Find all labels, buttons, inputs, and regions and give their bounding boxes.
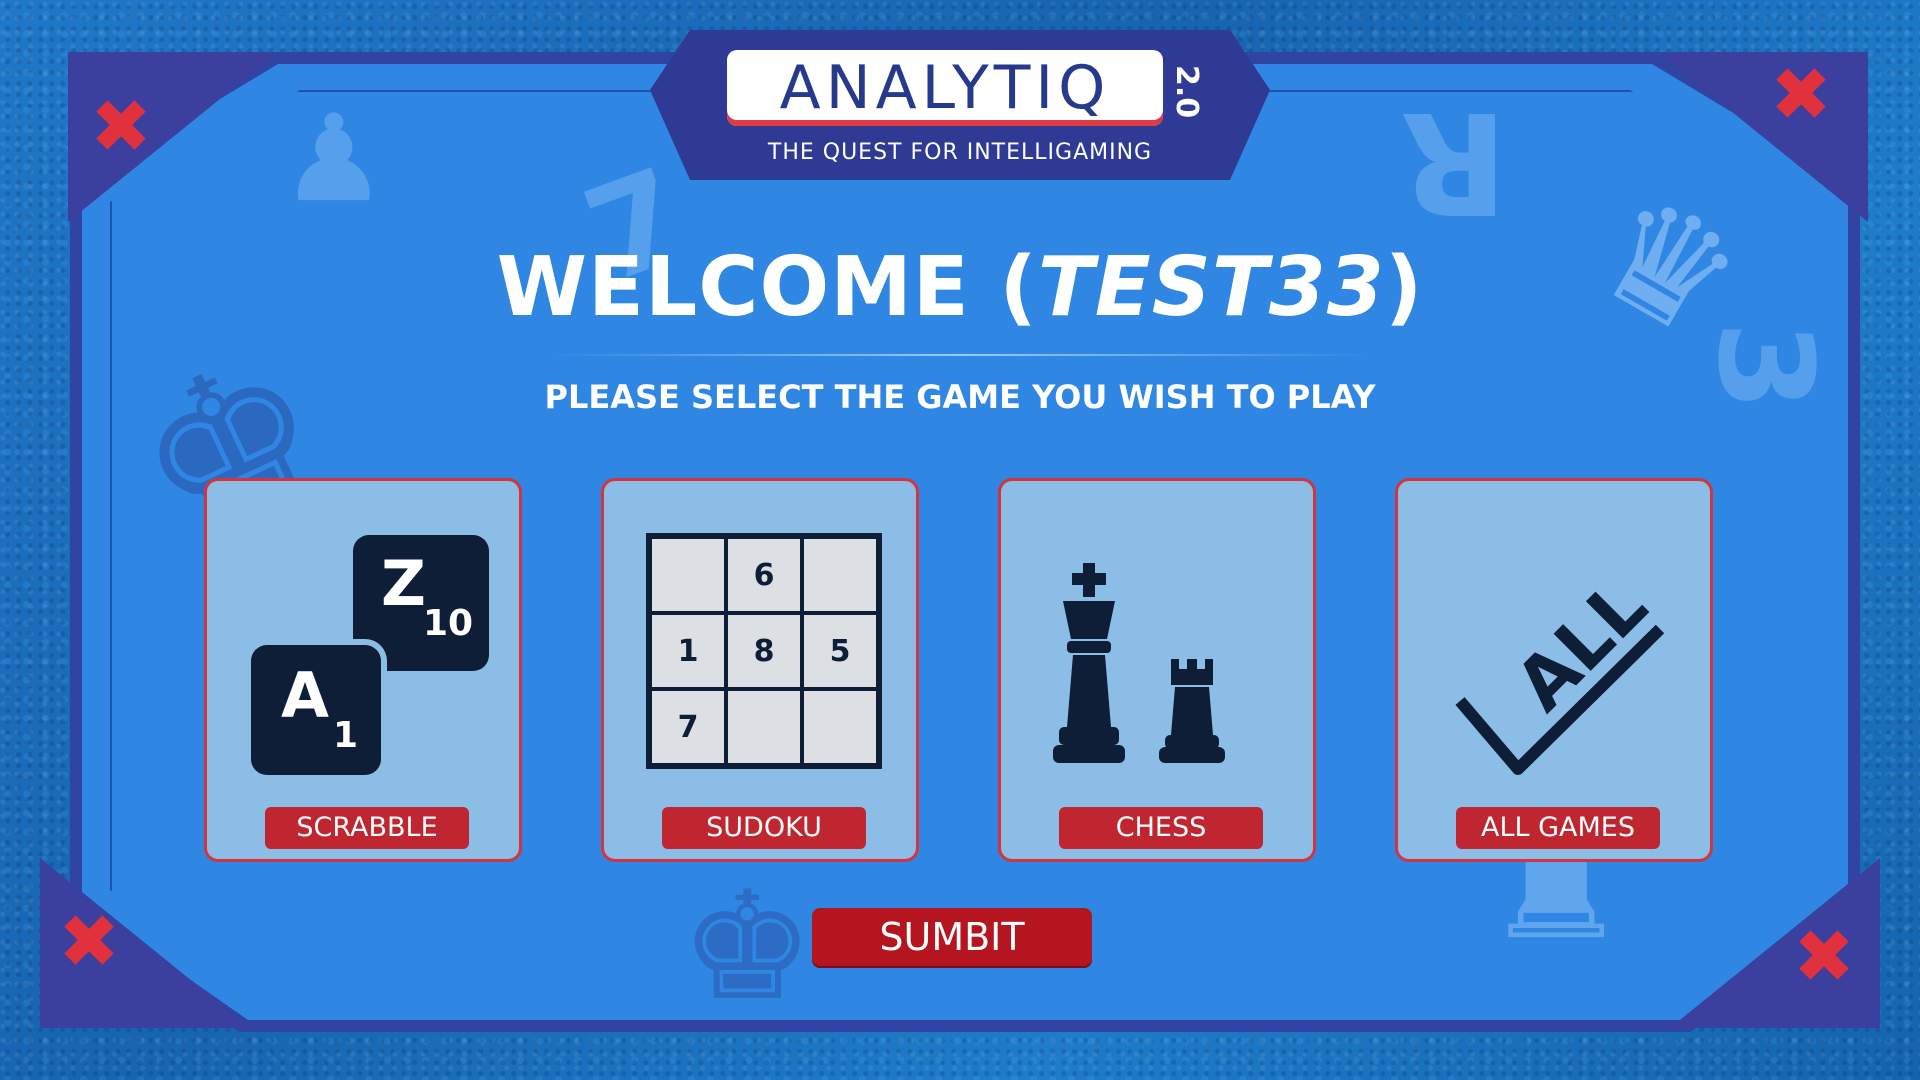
- tile-score: 10: [423, 603, 474, 644]
- game-card-sudoku[interactable]: 6 1 8 5 7 SUDOKU: [601, 478, 919, 862]
- chess-pieces-icon: [1053, 563, 1225, 763]
- scrabble-tile-a: A 1: [251, 645, 381, 775]
- tile-letter: A: [281, 659, 329, 732]
- logo-text: ANALYTIQ: [779, 53, 1111, 123]
- sudoku-cell: [650, 537, 726, 613]
- sudoku-cell: 1: [650, 613, 726, 689]
- welcome-username: TEST33: [1037, 240, 1385, 335]
- page-subtitle: PLEASE SELECT THE GAME YOU WISH TO PLAY: [544, 378, 1376, 416]
- logo-version: 2.0: [1169, 65, 1204, 119]
- x-mark-bottom-left-icon: ✖: [58, 899, 121, 985]
- game-label-scrabble[interactable]: SCRABBLE: [265, 807, 469, 849]
- tile-letter: Z: [381, 547, 426, 620]
- chess-king-icon: [1053, 563, 1125, 763]
- sudoku-cell: 8: [726, 613, 802, 689]
- tile-score: 1: [333, 715, 359, 756]
- all-checkmark-icon: ALL: [1455, 563, 1665, 775]
- game-card-chess[interactable]: CHESS: [998, 478, 1316, 862]
- game-card-all-games[interactable]: ALL ALL GAMES: [1395, 478, 1713, 862]
- logo: ANALYTIQ: [727, 50, 1163, 126]
- sudoku-cell: [726, 689, 802, 765]
- sudoku-cell: [802, 537, 878, 613]
- sudoku-cell: 7: [650, 689, 726, 765]
- sudoku-cell: [802, 689, 878, 765]
- game-label-sudoku[interactable]: SUDOKU: [662, 807, 866, 849]
- sudoku-cell: 5: [802, 613, 878, 689]
- decor-chess-pawn-icon: ♟: [280, 90, 388, 229]
- x-mark-top-right-icon: ✖: [1770, 52, 1833, 138]
- sudoku-grid-icon: 6 1 8 5 7: [646, 533, 882, 769]
- sudoku-cell: 6: [726, 537, 802, 613]
- welcome-heading: WELCOME (TEST33): [0, 240, 1920, 335]
- x-mark-bottom-right-icon: ✖: [1793, 914, 1856, 1000]
- submit-button[interactable]: SUMBIT: [812, 908, 1092, 966]
- welcome-prefix: WELCOME (: [496, 240, 1038, 335]
- chess-rook-icon: [1159, 659, 1225, 763]
- game-card-scrabble[interactable]: Z 10 A 1 SCRABBLE: [204, 478, 522, 862]
- heading-divider: [545, 354, 1375, 356]
- x-mark-top-left-icon: ✖: [90, 84, 153, 170]
- game-label-all-games[interactable]: ALL GAMES: [1456, 807, 1660, 849]
- decor-letter-r: R: [1400, 80, 1508, 243]
- decor-chess-king-bottom-icon: ♚: [680, 860, 815, 1034]
- all-icon-text: ALL: [1499, 563, 1663, 727]
- logo-tagline: THE QUEST FOR INTELLIGAMING: [767, 140, 1153, 165]
- game-label-chess[interactable]: CHESS: [1059, 807, 1263, 849]
- welcome-suffix: ): [1384, 240, 1424, 335]
